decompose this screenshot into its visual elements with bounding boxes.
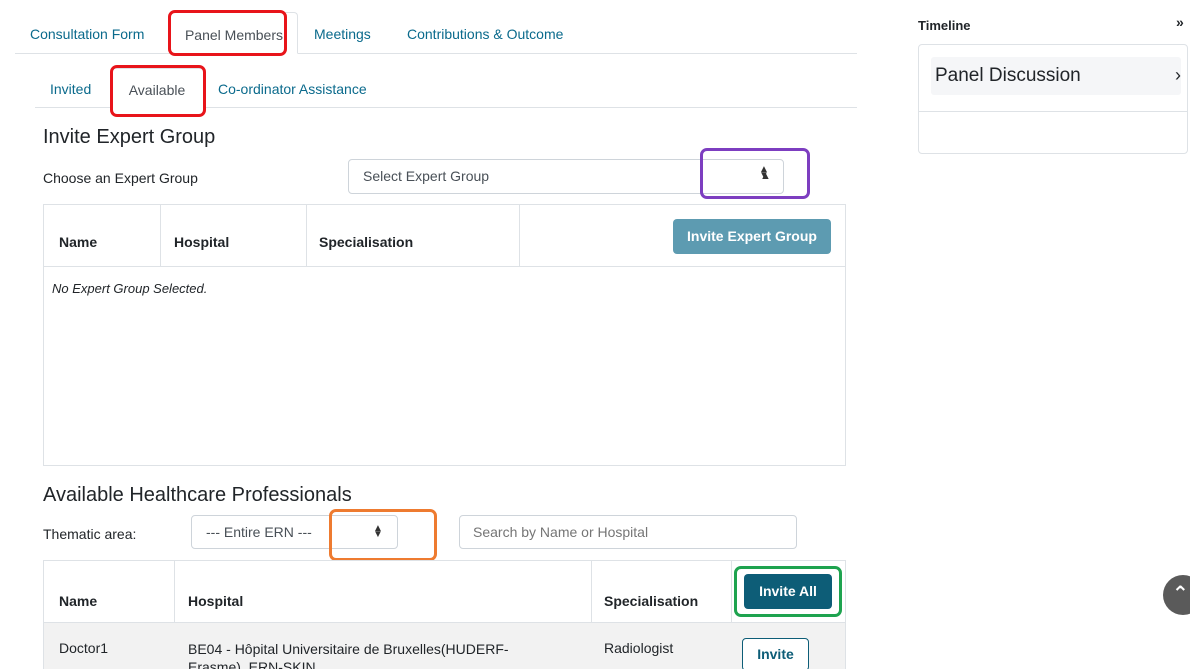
- thematic-area-label: Thematic area:: [43, 526, 137, 542]
- sub-tabs: Invited Available Co-ordinator Assistanc…: [35, 68, 857, 108]
- column-name: Name: [59, 593, 98, 609]
- tab-panel-members[interactable]: Panel Members: [170, 12, 298, 54]
- thematic-area-value: --- Entire ERN ---: [206, 524, 312, 540]
- row-hospital-line1: BE04 - Hôpital Universitaire de Bruxelle…: [188, 641, 509, 657]
- row-name: Doctor1: [59, 640, 109, 656]
- subtab-coordinator-assistance[interactable]: Co-ordinator Assistance: [218, 68, 367, 108]
- up-down-caret-icon: ▲ ▼: [759, 164, 769, 181]
- row-hospital-line2: Erasme), ERN-SKIN: [188, 659, 316, 669]
- timeline-card: Panel Discussion ›: [918, 44, 1188, 154]
- empty-state-text: No Expert Group Selected.: [52, 281, 208, 296]
- scroll-to-top-icon[interactable]: ⌃: [1163, 575, 1190, 615]
- expert-group-select-value: Select Expert Group: [363, 168, 490, 184]
- professionals-table: Name Hospital Specialisation Invite All …: [43, 560, 846, 669]
- column-hospital: Hospital: [188, 593, 244, 609]
- row-specialisation: Radiologist: [604, 640, 674, 656]
- card-divider: [919, 111, 1187, 112]
- subtab-available[interactable]: Available: [110, 68, 204, 108]
- main-tabs: Consultation Form Panel Members Meetings…: [15, 12, 857, 54]
- thematic-area-select[interactable]: --- Entire ERN ---: [191, 515, 398, 549]
- chevron-right-icon: ›: [1175, 65, 1181, 85]
- table-row: Doctor1 BE04 - Hôpital Universitaire de …: [44, 623, 845, 669]
- column-specialisation: Specialisation: [604, 593, 699, 609]
- double-chevron-down-icon[interactable]: »: [1176, 14, 1184, 30]
- timeline-title: Timeline: [918, 18, 971, 33]
- search-input[interactable]: [459, 515, 797, 549]
- invite-expert-group-button[interactable]: Invite Expert Group: [673, 219, 831, 254]
- tab-consultation-form[interactable]: Consultation Form: [30, 12, 144, 54]
- professionals-heading: Available Healthcare Professionals: [43, 484, 352, 506]
- tab-contributions-outcome[interactable]: Contributions & Outcome: [407, 12, 563, 54]
- column-name: Name: [59, 234, 98, 250]
- invite-all-button[interactable]: Invite All: [744, 574, 832, 609]
- subtab-invited[interactable]: Invited: [50, 68, 91, 108]
- choose-expert-group-label: Choose an Expert Group: [43, 170, 198, 186]
- panel-discussion-item[interactable]: Panel Discussion ›: [931, 57, 1181, 95]
- column-specialisation: Specialisation: [319, 234, 414, 250]
- expert-group-table: Name Hospital Specialisation Invite Expe…: [43, 204, 846, 466]
- invite-button[interactable]: Invite: [742, 638, 809, 669]
- expert-group-heading: Invite Expert Group: [43, 126, 216, 148]
- row-hospital: BE04 - Hôpital Universitaire de Bruxelle…: [188, 640, 509, 669]
- panel-discussion-label: Panel Discussion: [935, 65, 1081, 86]
- tab-meetings[interactable]: Meetings: [314, 12, 371, 54]
- up-down-caret-icon: ▲ ▼: [373, 523, 383, 540]
- expert-group-select[interactable]: Select Expert Group ▲: [348, 159, 784, 194]
- column-hospital: Hospital: [174, 234, 230, 250]
